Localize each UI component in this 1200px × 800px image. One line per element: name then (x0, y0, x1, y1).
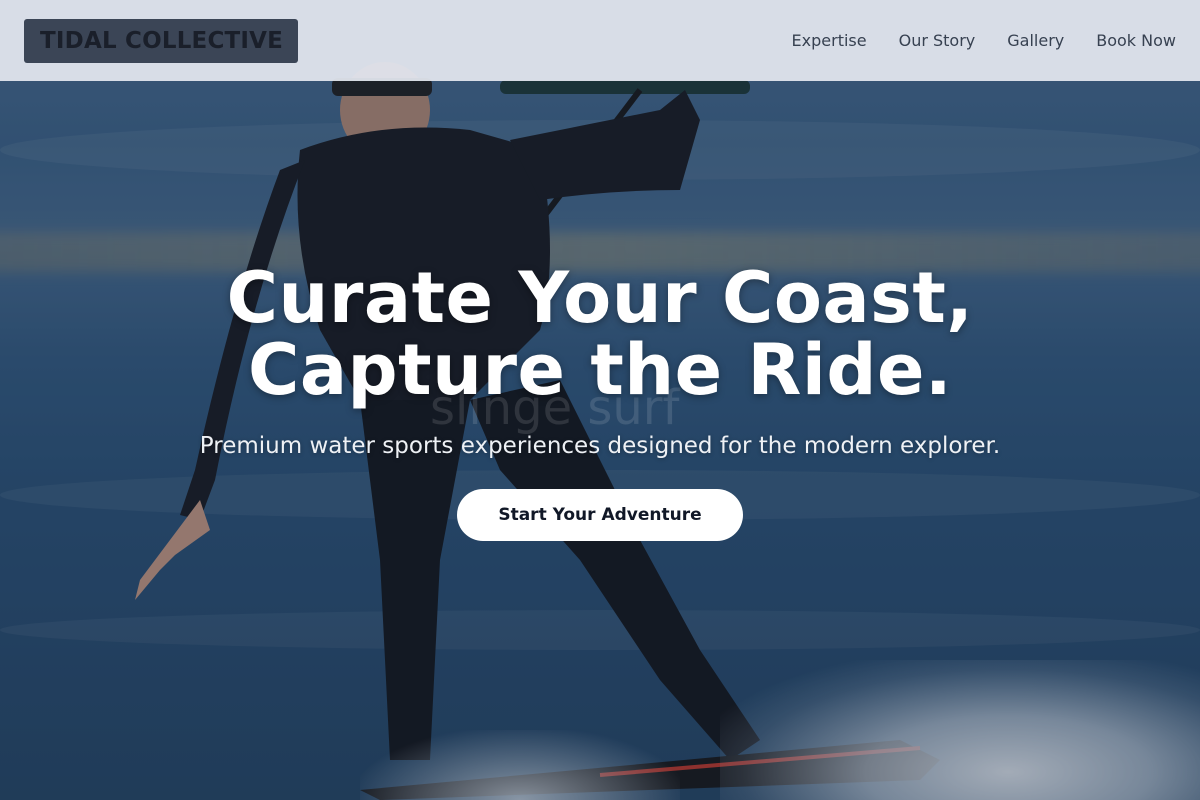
hero-headline: Curate Your Coast, Capture the Ride. (0, 262, 1200, 406)
headline-line-1: Curate Your Coast, (226, 257, 974, 339)
nav-links: Expertise Our Story Gallery Book Now (760, 31, 1176, 50)
headline-line-2: Capture the Ride. (247, 329, 953, 411)
nav-link-book-now[interactable]: Book Now (1096, 31, 1176, 50)
nav-link-expertise[interactable]: Expertise (792, 31, 867, 50)
nav-link-our-story[interactable]: Our Story (899, 31, 976, 50)
nav-link-gallery[interactable]: Gallery (1007, 31, 1064, 50)
hero-content: Curate Your Coast, Capture the Ride. Pre… (0, 262, 1200, 541)
hero-section: slinge surf TIDAL COLLECTIVE Expertise O… (0, 0, 1200, 800)
hero-subheadline: Premium water sports experiences designe… (199, 433, 1001, 459)
start-adventure-button[interactable]: Start Your Adventure (457, 489, 743, 541)
brand-logo[interactable]: TIDAL COLLECTIVE (24, 18, 299, 63)
top-navigation: TIDAL COLLECTIVE Expertise Our Story Gal… (0, 0, 1200, 81)
